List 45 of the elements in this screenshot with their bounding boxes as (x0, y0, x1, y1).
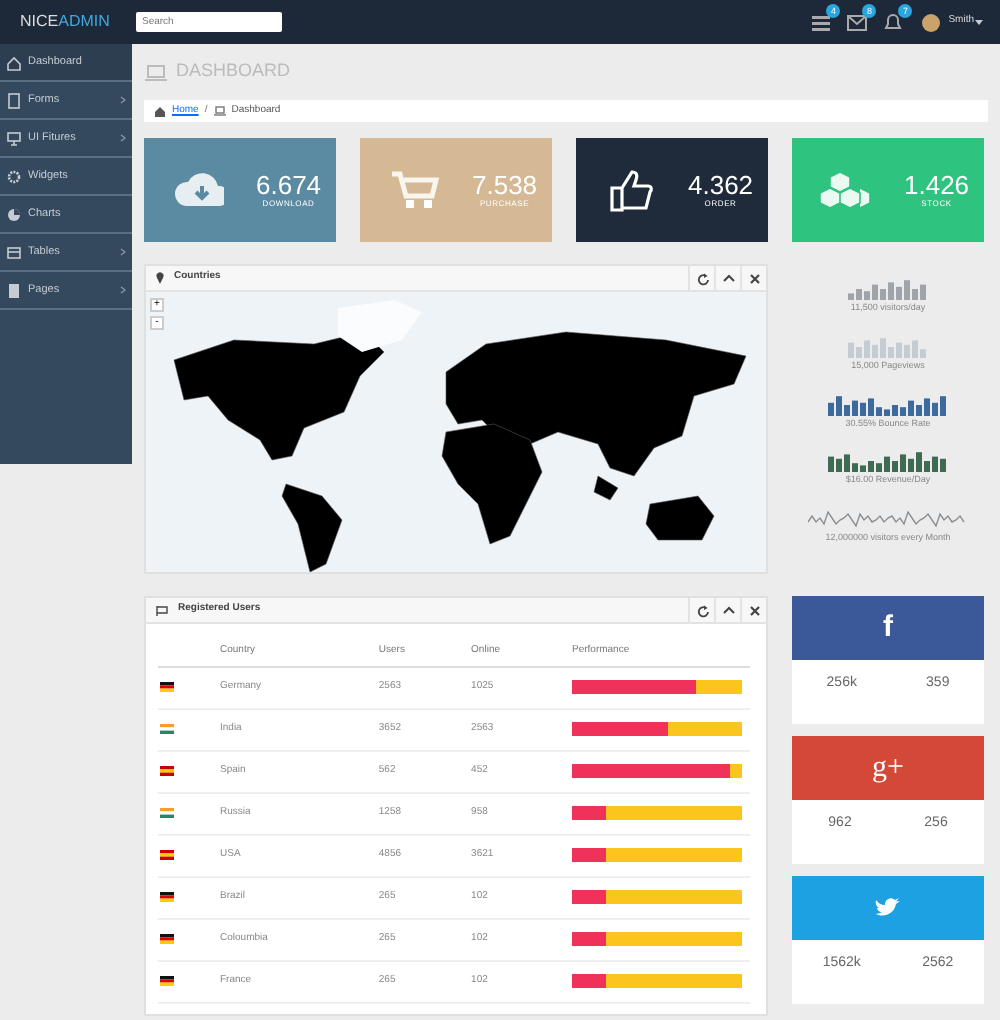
flag-icon (156, 605, 168, 615)
close-icon[interactable] (747, 271, 761, 285)
stat-value: 1.426 (904, 171, 970, 197)
logo: NICEADMIN (20, 10, 112, 34)
bird-icon (874, 896, 902, 920)
stat-value: 6.674 (256, 171, 322, 197)
home-icon (6, 53, 22, 71)
flag-icon (160, 724, 174, 734)
pie-chart-icon (6, 205, 22, 223)
avatar[interactable] (922, 13, 941, 31)
cart-icon (388, 166, 440, 214)
gear-icon (6, 167, 22, 185)
stat-value: 4.362 (688, 171, 754, 197)
tasks-icon[interactable] (810, 12, 833, 32)
flag-icon (160, 892, 174, 902)
document-icon (6, 281, 22, 299)
flag-icon (160, 808, 174, 818)
chevron-icon (120, 286, 126, 294)
chevron-icon (120, 96, 126, 104)
chevron-icon (120, 134, 126, 142)
flag-icon (160, 850, 174, 860)
form-icon (6, 91, 22, 109)
bell-icon[interactable] (882, 12, 905, 32)
chevron-up-icon[interactable] (721, 271, 735, 285)
envelope-icon[interactable] (846, 12, 869, 32)
caret-icon[interactable] (974, 18, 984, 26)
laptop-icon (144, 63, 168, 81)
table-icon (6, 243, 22, 261)
social-logo: g+ (872, 749, 904, 788)
flag-icon (160, 766, 174, 776)
flag-icon (160, 682, 174, 692)
close-icon[interactable] (747, 603, 761, 617)
chevron-icon (120, 248, 126, 256)
social-logo: f (883, 607, 893, 648)
monitor-icon (6, 129, 22, 147)
refresh-icon[interactable] (695, 603, 709, 617)
thumbs-up-icon (604, 166, 656, 214)
refresh-icon[interactable] (695, 271, 709, 285)
flag-icon (160, 976, 174, 986)
stat-value: 7.538 (472, 171, 538, 197)
chevron-up-icon[interactable] (721, 603, 735, 617)
map-pin-icon (156, 272, 164, 284)
laptop-icon (213, 106, 226, 116)
home-icon (154, 105, 166, 117)
flag-icon (160, 934, 174, 944)
